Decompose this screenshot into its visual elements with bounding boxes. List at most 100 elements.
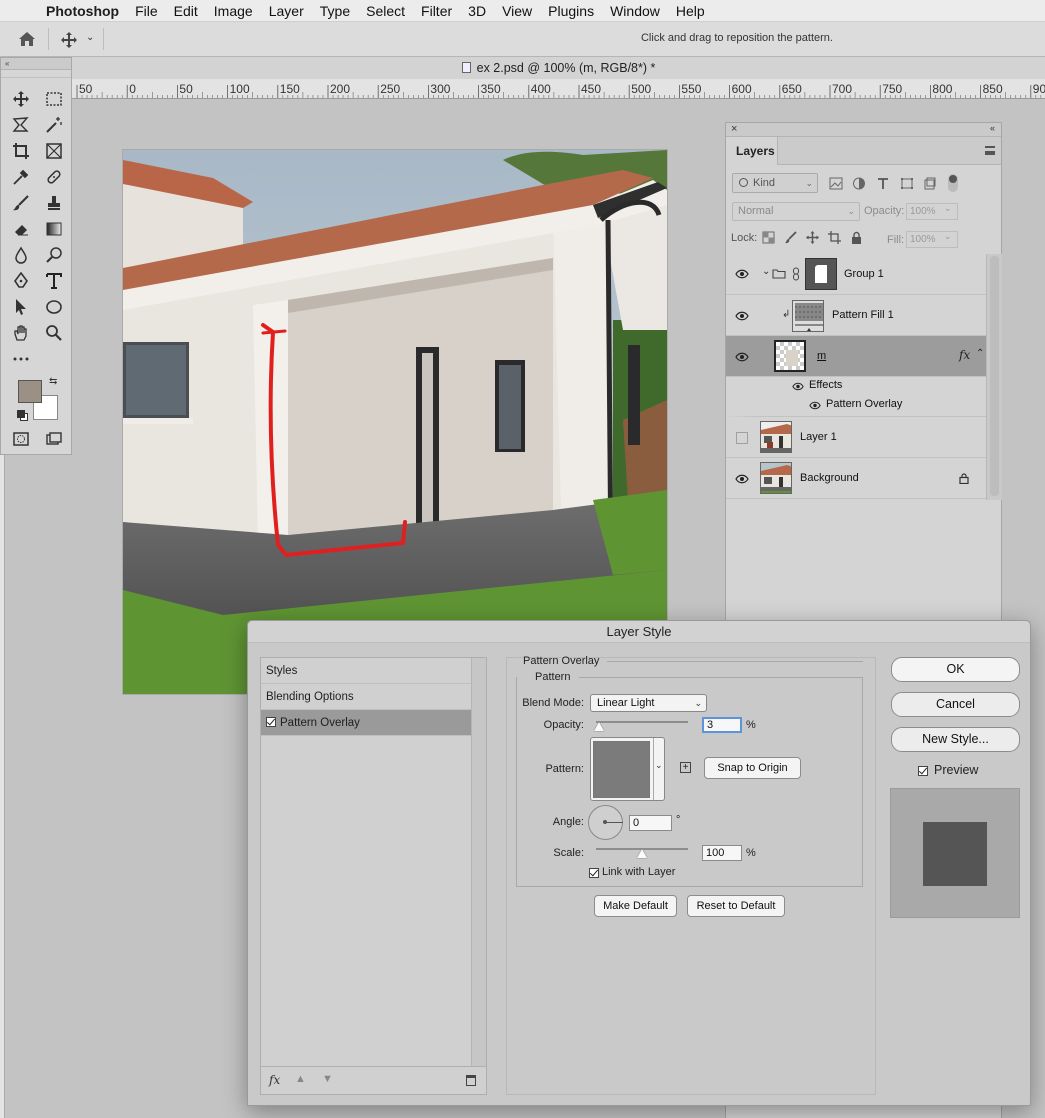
eye-icon[interactable] xyxy=(735,269,749,279)
fx-indicator[interactable]: fx xyxy=(959,348,970,362)
lock-position-icon[interactable] xyxy=(806,231,819,244)
menu-type[interactable]: Type xyxy=(312,3,358,19)
layers-scrollbar[interactable] xyxy=(986,254,1002,500)
chevron-up-icon[interactable]: ⌃ xyxy=(976,348,984,359)
layer-row-layer-1[interactable]: Layer 1 xyxy=(726,417,986,458)
pixel-filter-icon[interactable] xyxy=(829,177,843,190)
layer-thumbnail[interactable] xyxy=(774,340,806,372)
trash-icon[interactable] xyxy=(466,1075,476,1086)
smart-object-filter-icon[interactable] xyxy=(923,177,937,190)
move-tool-icon[interactable] xyxy=(60,31,78,49)
tools-collapse-icon[interactable]: « xyxy=(1,58,71,70)
filter-toggle[interactable] xyxy=(948,174,958,192)
effects-label[interactable]: Effects xyxy=(809,379,842,391)
menu-help[interactable]: Help xyxy=(668,3,713,19)
lock-all-icon[interactable] xyxy=(850,231,863,244)
lock-transparent-icon[interactable] xyxy=(762,231,775,244)
path-selection-tool-icon[interactable] xyxy=(9,296,33,318)
effect-pattern-overlay[interactable]: Pattern Overlay xyxy=(826,398,902,410)
style-item-styles[interactable]: Styles xyxy=(261,658,471,684)
layer-row-background[interactable]: Background xyxy=(726,458,986,499)
link-with-layer-checkbox[interactable] xyxy=(589,868,599,878)
menu-view[interactable]: View xyxy=(494,3,540,19)
foreground-color-swatch[interactable] xyxy=(18,380,42,403)
adjustment-filter-icon[interactable] xyxy=(852,177,866,190)
zoom-tool-icon[interactable] xyxy=(42,322,66,344)
menu-edit[interactable]: Edit xyxy=(166,3,206,19)
eye-icon[interactable] xyxy=(735,474,749,484)
home-icon[interactable] xyxy=(18,31,36,47)
move-effect-down-icon[interactable]: ▼ xyxy=(322,1073,333,1085)
blur-tool-icon[interactable] xyxy=(9,244,33,266)
chevron-down-icon[interactable]: ⌄ xyxy=(944,231,952,242)
magic-wand-tool-icon[interactable] xyxy=(42,114,66,136)
default-colors-icon[interactable] xyxy=(17,410,25,418)
frame-tool-icon[interactable] xyxy=(42,140,66,162)
menu-plugins[interactable]: Plugins xyxy=(540,3,602,19)
chain-link-icon[interactable] xyxy=(792,267,800,281)
scale-slider-knob[interactable] xyxy=(637,849,647,858)
layer-name[interactable]: Layer 1 xyxy=(800,431,837,443)
layer-thumbnail[interactable] xyxy=(760,462,792,494)
eyedropper-tool-icon[interactable] xyxy=(9,166,33,188)
move-effect-up-icon[interactable]: ▲ xyxy=(295,1073,306,1085)
scrollbar-thumb[interactable] xyxy=(990,256,999,496)
layer-row-pattern-fill-1[interactable]: ↲ Pattern Fill 1 xyxy=(726,295,986,336)
pattern-overlay-checkbox[interactable] xyxy=(266,717,276,727)
eraser-tool-icon[interactable] xyxy=(9,218,33,240)
layer-thumbnail[interactable] xyxy=(792,300,824,332)
new-style-button[interactable]: New Style... xyxy=(891,727,1020,752)
chevron-down-icon[interactable]: ⌄ xyxy=(762,266,770,277)
hand-tool-icon[interactable] xyxy=(9,322,33,344)
cancel-button[interactable]: Cancel xyxy=(891,692,1020,717)
scale-input[interactable]: 100 xyxy=(702,845,742,861)
layer-name[interactable]: Background xyxy=(800,472,859,484)
visibility-toggle-off[interactable] xyxy=(736,432,748,444)
style-item-blending-options[interactable]: Blending Options xyxy=(261,684,471,710)
reset-to-default-button[interactable]: Reset to Default xyxy=(687,895,785,917)
layer-blend-mode-select[interactable]: Normal ⌄ xyxy=(732,202,860,221)
layer-row-group-1[interactable]: ⌄ Group 1 xyxy=(726,254,986,295)
layer-name[interactable]: m xyxy=(817,350,826,362)
lock-artboard-icon[interactable] xyxy=(828,231,841,244)
make-default-button[interactable]: Make Default xyxy=(594,895,677,917)
new-preset-plus-icon[interactable]: + xyxy=(680,762,691,773)
menu-3d[interactable]: 3D xyxy=(460,3,494,19)
lasso-tool-icon[interactable] xyxy=(9,114,33,136)
document-tab[interactable]: ex 2.psd @ 100% (m, RGB/8*) * xyxy=(72,57,1045,79)
panel-menu-icon[interactable] xyxy=(985,146,995,155)
menu-image[interactable]: Image xyxy=(206,3,261,19)
shape-filter-icon[interactable] xyxy=(900,177,914,190)
healing-brush-tool-icon[interactable] xyxy=(42,166,66,188)
eye-icon[interactable] xyxy=(735,352,749,362)
angle-dial[interactable] xyxy=(588,805,623,840)
layer-row-m[interactable]: m fx ⌃ xyxy=(726,336,986,377)
dodge-tool-icon[interactable] xyxy=(42,244,66,266)
marquee-tool-icon[interactable] xyxy=(42,88,66,110)
clone-stamp-tool-icon[interactable] xyxy=(42,192,66,214)
layer-name[interactable]: Pattern Fill 1 xyxy=(832,309,894,321)
menu-file[interactable]: File xyxy=(127,3,166,19)
preview-label[interactable]: Preview xyxy=(934,763,978,777)
type-filter-icon[interactable] xyxy=(876,177,890,190)
opacity-slider-knob[interactable] xyxy=(593,722,604,731)
document-canvas[interactable] xyxy=(123,150,667,694)
styles-list-scrollbar[interactable] xyxy=(471,658,486,1066)
blend-mode-select[interactable]: Linear Light ⌄ xyxy=(590,694,707,712)
layer-mask-thumbnail[interactable] xyxy=(805,258,837,290)
ellipse-tool-icon[interactable] xyxy=(42,296,66,318)
menu-filter[interactable]: Filter xyxy=(413,3,460,19)
eye-icon[interactable] xyxy=(809,401,821,410)
filter-kind-select[interactable]: Kind ⌄ xyxy=(732,173,818,193)
move-tool-icon[interactable] xyxy=(9,88,33,110)
preview-checkbox[interactable] xyxy=(918,766,928,776)
tab-layers[interactable]: Layers xyxy=(726,137,778,165)
layer-name[interactable]: Group 1 xyxy=(844,268,884,280)
lock-pixels-icon[interactable] xyxy=(784,231,797,244)
pattern-picker[interactable]: ⌄ xyxy=(590,737,665,801)
horizontal-ruler[interactable]: 50 0 50 100 150 200 250 300 350 400 450 500 550 600 65… xyxy=(72,79,1045,99)
crop-tool-icon[interactable] xyxy=(9,140,33,162)
link-with-layer-label[interactable]: Link with Layer xyxy=(602,866,675,878)
eye-icon[interactable] xyxy=(735,311,749,321)
quick-mask-icon[interactable] xyxy=(9,428,33,450)
